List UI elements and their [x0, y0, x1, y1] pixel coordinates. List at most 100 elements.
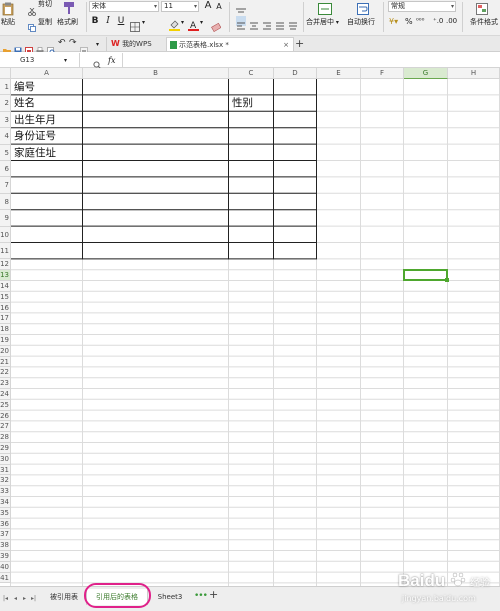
row-header-37[interactable]: 37 [0, 529, 11, 541]
print-icon[interactable] [36, 40, 44, 53]
column-header-g[interactable]: G [404, 68, 448, 79]
paste-icon[interactable] [2, 1, 14, 16]
shrink-font-button[interactable]: A [214, 2, 224, 12]
column-header-e[interactable]: E [317, 68, 361, 79]
new-tab-plus-icon[interactable]: + [295, 38, 304, 49]
row-header-22[interactable]: 22 [0, 367, 11, 379]
sheet-tab-referenced[interactable]: 被引用表 [43, 589, 85, 605]
row-header-14[interactable]: 14 [0, 281, 11, 292]
column-header-d[interactable]: D [274, 68, 317, 79]
chevron-down-icon[interactable]: ▾ [181, 18, 184, 27]
close-icon[interactable]: × [283, 38, 289, 51]
column-header-h[interactable]: H [448, 68, 500, 79]
currency-icon[interactable]: ¥▾ [389, 17, 398, 26]
row-header-41[interactable]: 41 [0, 572, 11, 584]
row-header-16[interactable]: 16 [0, 302, 11, 314]
row-header-20[interactable]: 20 [0, 345, 11, 357]
row-header-31[interactable]: 31 [0, 464, 11, 476]
font-size-select[interactable]: 11 ▾ [161, 1, 199, 12]
tab-active-document[interactable]: 示范表格.xlsx * × [166, 37, 294, 51]
row-header-28[interactable]: 28 [0, 432, 11, 443]
copy-button[interactable]: 复制 [38, 18, 52, 27]
cell-a1[interactable]: 编号 [11, 79, 35, 95]
fill-handle[interactable] [445, 278, 449, 282]
add-sheet-plus-icon[interactable]: + [209, 589, 218, 600]
format-painter-button[interactable]: 格式刷 [57, 18, 78, 27]
row-header-30[interactable]: 30 [0, 453, 11, 465]
row-header-8[interactable]: 8 [0, 193, 11, 211]
font-color-icon[interactable]: A [188, 16, 199, 31]
row-header-29[interactable]: 29 [0, 443, 11, 454]
scissors-icon[interactable] [28, 1, 36, 16]
row-header-17[interactable]: 17 [0, 313, 11, 325]
wrap-text-button[interactable]: 自动换行 [347, 18, 375, 27]
next-sheet-icon[interactable]: ▸ [23, 594, 26, 603]
align-center-icon[interactable] [249, 16, 259, 30]
row-header-4[interactable]: 4 [0, 128, 11, 145]
row-header-5[interactable]: 5 [0, 144, 11, 161]
cell-a4[interactable]: 身份证号 [11, 128, 56, 144]
folder-icon[interactable] [3, 40, 11, 54]
row-header-40[interactable]: 40 [0, 561, 11, 573]
row-header-32[interactable]: 32 [0, 475, 11, 487]
active-cell-selection[interactable] [403, 269, 448, 281]
undo-icon[interactable]: ↶ [58, 39, 66, 48]
chevron-down-icon[interactable]: ▾ [64, 56, 67, 65]
row-header-23[interactable]: 23 [0, 378, 11, 389]
row-header-15[interactable]: 15 [0, 291, 11, 303]
justify-icon[interactable] [275, 16, 285, 30]
customize-toolbar-icon[interactable] [80, 40, 88, 55]
column-header-f[interactable]: F [361, 68, 404, 79]
cell-a3[interactable]: 出生年月 [11, 112, 56, 128]
decrease-decimal-icon[interactable]: .00 [446, 17, 457, 26]
row-header-6[interactable]: 6 [0, 161, 11, 178]
row-header-19[interactable]: 19 [0, 335, 11, 346]
border-icon[interactable] [130, 17, 140, 32]
more-sheets-icon[interactable]: ••• [194, 592, 208, 601]
grow-font-button[interactable]: A [203, 1, 213, 11]
cell-c2[interactable]: 性别 [229, 95, 253, 111]
row-header-18[interactable]: 18 [0, 324, 11, 335]
row-header-1[interactable]: 1 [0, 79, 11, 96]
conditional-format-icon[interactable] [476, 0, 488, 15]
row-header-39[interactable]: 39 [0, 551, 11, 562]
tab-my-wps[interactable]: W 我的WPS [108, 37, 164, 51]
merge-center-button[interactable]: 合并居中 ▾ [306, 18, 339, 27]
column-header-a[interactable]: A [11, 68, 83, 79]
fill-color-icon[interactable] [169, 16, 180, 31]
chevron-down-icon[interactable]: ▾ [96, 40, 99, 49]
row-header-21[interactable]: 21 [0, 356, 11, 368]
paste-button[interactable]: 粘贴 [1, 18, 15, 27]
thousands-separator-icon[interactable]: ⁰⁰⁰ [416, 17, 424, 26]
sheet-tab-sheet3[interactable]: Sheet3 [150, 589, 190, 605]
row-header-35[interactable]: 35 [0, 507, 11, 519]
cell-a2[interactable]: 姓名 [11, 95, 35, 111]
number-format-select[interactable]: 常规 ▾ [388, 1, 456, 12]
row-header-36[interactable]: 36 [0, 518, 11, 530]
pdf-icon[interactable] [25, 40, 33, 55]
increase-decimal-icon[interactable]: ⁺.0 [433, 17, 443, 26]
fx-button[interactable]: fx [108, 56, 115, 65]
row-header-25[interactable]: 25 [0, 399, 11, 411]
chevron-down-icon[interactable]: ▾ [142, 18, 145, 27]
distributed-icon[interactable] [288, 16, 298, 30]
align-top-icon[interactable] [236, 1, 246, 13]
italic-button[interactable]: I [103, 16, 113, 26]
formula-input[interactable] [122, 53, 500, 67]
row-header-9[interactable]: 9 [0, 210, 11, 227]
percent-icon[interactable]: % [405, 17, 413, 26]
align-left-icon[interactable] [236, 16, 246, 30]
row-header-27[interactable]: 27 [0, 421, 11, 433]
zoom-icon[interactable] [93, 55, 102, 70]
row-header-10[interactable]: 10 [0, 226, 11, 243]
merge-cells-icon[interactable] [318, 0, 332, 15]
name-box[interactable]: G13 [0, 53, 80, 67]
underline-button[interactable]: U [116, 16, 126, 26]
conditional-format-button[interactable]: 条件格式 [470, 18, 498, 27]
row-header-12[interactable]: 12 [0, 259, 11, 271]
chevron-down-icon[interactable]: ▾ [200, 18, 203, 27]
first-sheet-icon[interactable]: |◂ [3, 594, 8, 603]
format-painter-icon[interactable] [63, 0, 75, 14]
row-header-3[interactable]: 3 [0, 111, 11, 129]
cell-a5[interactable]: 家庭住址 [11, 145, 56, 161]
